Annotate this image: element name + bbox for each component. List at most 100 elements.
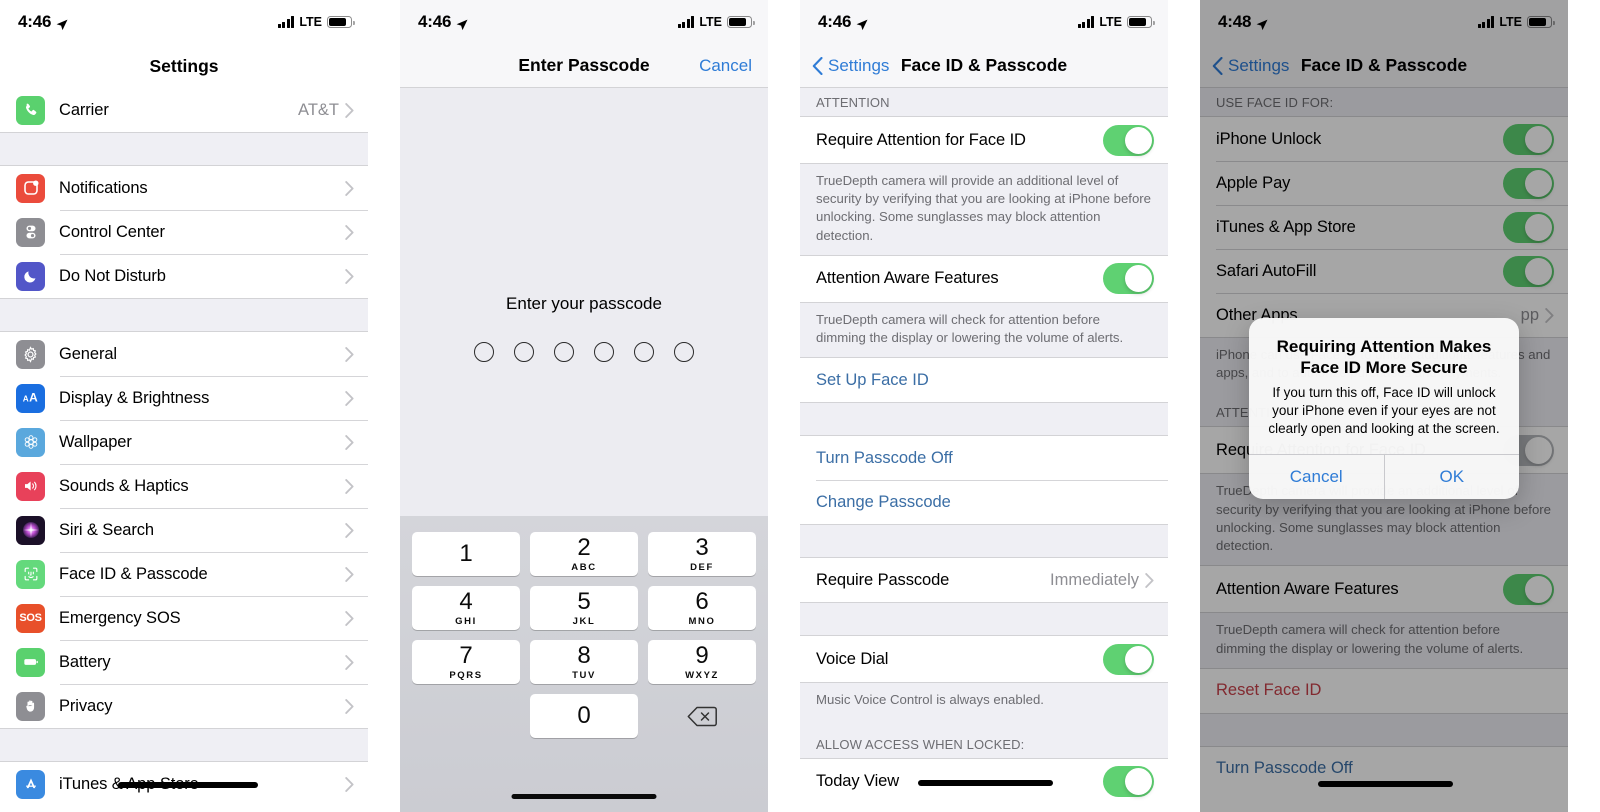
settings-group-carrier: Carrier AT&T bbox=[0, 88, 368, 132]
sidebar-item-control-center[interactable]: Control Center bbox=[0, 210, 368, 254]
keypad-row: 0 bbox=[412, 694, 756, 738]
sidebar-item-face-id-passcode[interactable]: Face ID & Passcode bbox=[0, 552, 368, 596]
sidebar-item-label: Sounds & Haptics bbox=[59, 476, 189, 495]
key-letters: WXYZ bbox=[685, 669, 719, 681]
sidebar-item-label: Siri & Search bbox=[59, 520, 154, 539]
footer-voice-dial: Music Voice Control is always enabled. bbox=[800, 682, 1168, 730]
alert-title: Requiring Attention Makes Face ID More S… bbox=[1276, 337, 1492, 378]
passcode-dot bbox=[634, 342, 654, 362]
sidebar-item-battery[interactable]: Battery bbox=[0, 640, 368, 684]
key-0[interactable]: 0 bbox=[530, 694, 638, 738]
phone-icon bbox=[16, 95, 45, 125]
sidebar-item-label: Display & Brightness bbox=[59, 388, 210, 407]
toggle-safari-autofill[interactable] bbox=[1503, 255, 1554, 287]
change-passcode-button[interactable]: Change Passcode bbox=[800, 480, 1168, 525]
sidebar-item-carrier[interactable]: Carrier AT&T bbox=[0, 88, 368, 132]
alert-ok-button[interactable]: OK bbox=[1383, 455, 1520, 500]
alert-message: If you turn this off, Face ID will unloc… bbox=[1268, 385, 1500, 437]
alert-dialog: Requiring Attention Makes Face ID More S… bbox=[1249, 318, 1520, 500]
display-brightness-icon: AA bbox=[16, 383, 45, 413]
group-separator bbox=[0, 298, 368, 332]
chevron-right-icon bbox=[345, 180, 354, 196]
back-button-label: Settings bbox=[1228, 55, 1290, 75]
sidebar-item-wallpaper[interactable]: Wallpaper bbox=[0, 420, 368, 464]
key-number: 9 bbox=[695, 641, 709, 669]
settings-list: Carrier AT&T Notifications Control Cente… bbox=[0, 88, 368, 806]
row-itunes-app-store[interactable]: iTunes & App Store bbox=[1200, 205, 1568, 249]
sidebar-item-do-not-disturb[interactable]: Do Not Disturb bbox=[0, 254, 368, 298]
sidebar-item-emergency-sos[interactable]: SOS Emergency SOS bbox=[0, 596, 368, 640]
sidebar-item-general[interactable]: General bbox=[0, 332, 368, 376]
toggle-itunes-app-store[interactable] bbox=[1503, 211, 1554, 243]
key-number: 2 bbox=[577, 533, 591, 561]
alert-cancel-button[interactable]: Cancel bbox=[1249, 455, 1384, 499]
toggle-today-view[interactable] bbox=[1103, 766, 1154, 798]
key-number: 5 bbox=[577, 587, 591, 615]
carrier-value: AT&T bbox=[298, 100, 339, 119]
back-button[interactable]: Settings bbox=[1212, 56, 1289, 76]
keypad-row: 7 PQRS 8 TUV 9 WXYZ bbox=[412, 640, 756, 684]
phone-panel-face-id-settings: 4:46 LTE Settings Face ID & Passcode ATT… bbox=[800, 0, 1168, 812]
sidebar-item-siri-search[interactable]: Siri & Search bbox=[0, 508, 368, 552]
back-button[interactable]: Settings bbox=[812, 56, 889, 76]
toggle-require-attention[interactable] bbox=[1103, 124, 1154, 156]
toggle-voice-dial[interactable] bbox=[1103, 643, 1154, 675]
sidebar-item-label: Do Not Disturb bbox=[59, 266, 166, 285]
turn-passcode-off-button[interactable]: Turn Passcode Off bbox=[800, 436, 1168, 481]
set-up-face-id-button[interactable]: Set Up Face ID bbox=[800, 358, 1168, 403]
signal-bars-icon bbox=[677, 16, 695, 28]
key-7[interactable]: 7 PQRS bbox=[412, 640, 520, 684]
row-voice-dial[interactable]: Voice Dial bbox=[800, 636, 1168, 683]
key-1[interactable]: 1 bbox=[412, 532, 520, 576]
panel-gap bbox=[1168, 0, 1200, 812]
delete-backspace-icon[interactable] bbox=[648, 694, 756, 738]
footer-voice-dial-text: Music Voice Control is always enabled. bbox=[816, 692, 1044, 708]
status-time: 4:48 bbox=[1218, 12, 1252, 31]
status-bar-right: LTE bbox=[677, 15, 755, 29]
reset-face-id-button[interactable]: Reset Face ID bbox=[1200, 668, 1568, 713]
key-6[interactable]: 6 MNO bbox=[648, 586, 756, 630]
location-arrow-icon bbox=[56, 16, 68, 31]
alert-actions: Cancel OK bbox=[1249, 454, 1520, 500]
toggle-iphone-unlock[interactable] bbox=[1503, 123, 1554, 155]
status-bar-left: 4:46 bbox=[18, 12, 68, 32]
row-safari-autofill[interactable]: Safari AutoFill bbox=[1200, 249, 1568, 293]
key-number: 8 bbox=[577, 641, 591, 669]
toggle-attention-aware[interactable] bbox=[1103, 263, 1154, 295]
key-8[interactable]: 8 TUV bbox=[530, 640, 638, 684]
sidebar-item-display-brightness[interactable]: AA Display & Brightness bbox=[0, 376, 368, 420]
row-attention-aware[interactable]: Attention Aware Features bbox=[800, 255, 1168, 302]
cancel-button[interactable]: Cancel bbox=[699, 56, 752, 76]
toggle-attention-aware[interactable] bbox=[1503, 573, 1554, 605]
row-apple-pay[interactable]: Apple Pay bbox=[1200, 161, 1568, 205]
toggle-apple-pay[interactable] bbox=[1503, 167, 1554, 199]
sidebar-item-sounds-haptics[interactable]: Sounds & Haptics bbox=[0, 464, 368, 508]
status-time: 4:46 bbox=[818, 12, 852, 31]
key-5[interactable]: 5 JKL bbox=[530, 586, 638, 630]
sidebar-item-notifications[interactable]: Notifications bbox=[0, 166, 368, 210]
sidebar-item-privacy[interactable]: Privacy bbox=[0, 684, 368, 728]
row-iphone-unlock[interactable]: iPhone Unlock bbox=[1200, 117, 1568, 161]
network-type-label: LTE bbox=[1099, 15, 1122, 29]
svg-text:A: A bbox=[29, 391, 38, 405]
footer-attention-aware: TrueDepth camera will check for attentio… bbox=[1200, 612, 1568, 669]
key-9[interactable]: 9 WXYZ bbox=[648, 640, 756, 684]
row-require-attention[interactable]: Require Attention for Face ID bbox=[800, 117, 1168, 163]
chevron-right-icon bbox=[345, 224, 354, 240]
row-require-passcode[interactable]: Require Passcode Immediately bbox=[800, 558, 1168, 603]
phone-panel-enter-passcode: 4:46 LTE Enter Passcode Cancel Enter you… bbox=[400, 0, 768, 812]
group-separator bbox=[1200, 712, 1568, 747]
status-bar: 4:46 LTE bbox=[0, 0, 368, 44]
status-bar: 4:46 LTE bbox=[400, 0, 768, 44]
app-store-icon bbox=[16, 769, 45, 799]
chevron-right-icon bbox=[1545, 307, 1554, 323]
chevron-right-icon bbox=[345, 346, 354, 362]
row-attention-aware[interactable]: Attention Aware Features bbox=[1200, 566, 1568, 613]
chevron-right-icon bbox=[345, 522, 354, 538]
key-4[interactable]: 4 GHI bbox=[412, 586, 520, 630]
group-separator bbox=[800, 524, 1168, 559]
key-2[interactable]: 2 ABC bbox=[530, 532, 638, 576]
key-3[interactable]: 3 DEF bbox=[648, 532, 756, 576]
row-label: Attention Aware Features bbox=[816, 269, 999, 288]
key-letters: MNO bbox=[688, 615, 716, 627]
